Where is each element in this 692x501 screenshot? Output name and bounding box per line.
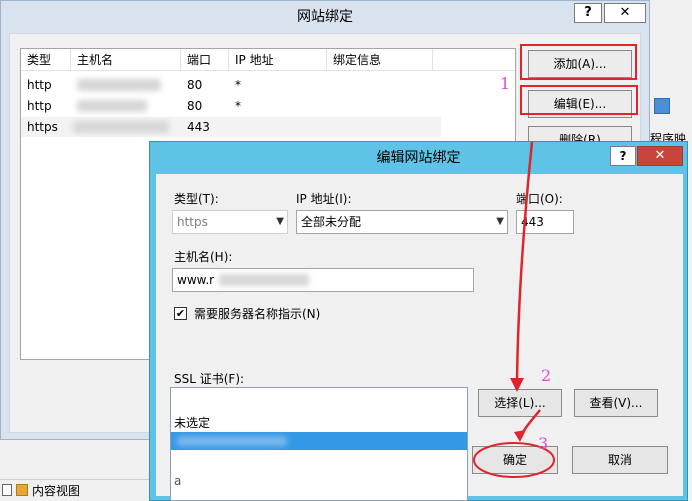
redacted-certificate-name [177,436,287,446]
host-input-value: www.r [177,273,215,287]
host-input[interactable]: www.r [172,268,474,292]
column-header-port[interactable]: 端口 [181,49,229,71]
ip-select[interactable]: 全部未分配 ▼ [296,210,508,234]
port-label: 端口(O): [516,192,563,206]
redacted-hostname [77,79,161,91]
binding-ip: * [235,78,241,92]
content-view-tab[interactable]: 内容视图 [32,482,80,500]
port-input[interactable]: 443 [516,210,574,234]
edit-binding-title: 编辑网站绑定 [376,150,461,166]
ip-select-value: 全部未分配 [301,215,362,229]
sni-label: 需要服务器名称指示(N) [194,307,321,321]
column-header-type[interactable]: 类型 [21,49,71,71]
content-view-icon [16,484,28,496]
binding-type: http [27,99,52,113]
ssl-certificate-label: SSL 证书(F): [174,372,245,386]
binding-port: 443 [187,120,210,134]
type-select-value: https [177,215,208,229]
sni-checkbox[interactable]: ✔ [174,307,187,320]
redacted-hostname [73,121,169,133]
column-header-host[interactable]: 主机名 [71,49,181,71]
dropdown-option[interactable] [171,454,467,472]
chevron-down-icon: ▼ [496,216,504,227]
help-button[interactable]: ? [574,3,602,23]
redacted-hostname [219,274,309,286]
close-button[interactable]: ✕ [637,146,683,166]
close-button[interactable]: ✕ [604,3,646,23]
highlight-box-add [520,44,637,80]
view-certificate-button[interactable]: 查看(V)... [574,389,658,417]
redacted-hostname [77,100,147,112]
bindings-list-header: 类型 主机名 端口 IP 地址 绑定信息 [21,49,515,71]
dropdown-option[interactable]: a [171,472,467,490]
type-label: 类型(T): [174,192,219,206]
ssl-certificate-dropdown[interactable]: 未选定 a [170,387,468,501]
select-certificate-button[interactable]: 选择(L)... [478,389,562,417]
dropdown-option-none[interactable]: 未选定 [171,414,467,432]
column-header-binding-info[interactable]: 绑定信息 [327,49,433,71]
chevron-down-icon: ▼ [276,216,284,227]
step-2-label: 2 [541,366,552,385]
binding-type: https [27,120,58,134]
dropdown-option-selected[interactable] [171,432,467,450]
page-icon [2,484,12,496]
binding-row[interactable]: http 80 * [21,75,441,95]
type-select[interactable]: https ▼ [172,210,288,234]
highlight-box-edit [520,85,638,115]
cancel-button[interactable]: 取消 [572,446,668,474]
background-icon [654,98,670,114]
binding-port: 80 [187,99,203,113]
ip-label: IP 地址(I): [296,192,352,206]
step-3-label: 3 [538,434,549,453]
binding-type: http [27,78,52,92]
binding-ip: * [235,99,241,113]
site-bindings-title: 网站绑定 [297,9,353,25]
binding-row[interactable]: http 80 * [21,96,441,116]
background-taskbar: 内容视图 [0,479,149,501]
binding-port: 80 [187,78,203,92]
help-button[interactable]: ? [610,146,636,166]
step-1-label: 1 [500,74,511,93]
binding-row-selected[interactable]: https 443 [21,117,441,137]
column-header-ip[interactable]: IP 地址 [229,49,327,71]
host-label: 主机名(H): [174,250,233,264]
